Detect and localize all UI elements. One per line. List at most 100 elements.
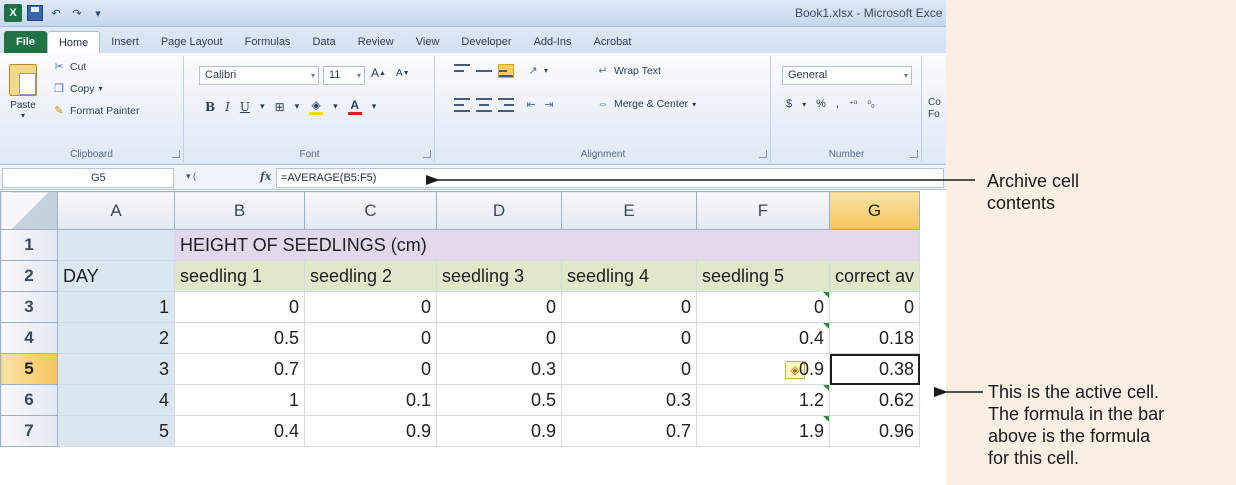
font-size-select[interactable]: 11 ▾ (323, 66, 365, 85)
shrink-font-icon[interactable]: A ▼ (396, 68, 410, 79)
borders-icon[interactable]: ⊞ (275, 100, 285, 114)
row-header-3[interactable]: 3 (0, 291, 58, 323)
merge-center-button[interactable]: ⇔ Merge & Center ▾ (596, 98, 697, 110)
underline-dropdown-icon[interactable]: ▾ (260, 101, 265, 112)
cell-c3[interactable]: 0 (304, 291, 437, 323)
cell-d7[interactable]: 0.9 (436, 415, 562, 447)
row-header-7[interactable]: 7 (0, 415, 58, 447)
align-center-icon[interactable] (476, 98, 492, 112)
cell-a6[interactable]: 4 (57, 384, 175, 416)
cell-d3[interactable]: 0 (436, 291, 562, 323)
percent-button[interactable]: % (816, 98, 826, 110)
cell-f5[interactable]: ◈0.9 (696, 353, 830, 385)
formula-input[interactable]: =AVERAGE(B5:F5) (276, 168, 944, 188)
font-color-icon[interactable]: A (347, 98, 362, 115)
paste-button[interactable]: Paste ▾ (6, 60, 40, 128)
cell-f4[interactable]: 0.4 (696, 322, 830, 354)
cell-a5[interactable]: 3 (57, 353, 175, 385)
row-header-2[interactable]: 2 (0, 260, 58, 292)
cell-e5[interactable]: 0 (561, 353, 697, 385)
orientation-button[interactable]: ↗ ▾ (526, 64, 548, 77)
name-box[interactable]: G5 (2, 168, 174, 188)
save-icon[interactable] (27, 5, 43, 21)
column-header-b[interactable]: B (174, 191, 305, 230)
cell-a3[interactable]: 1 (57, 291, 175, 323)
cell-c2[interactable]: seedling 2 (304, 260, 437, 292)
cell-g6[interactable]: 0.62 (828, 384, 921, 416)
cell-d4[interactable]: 0 (436, 322, 562, 354)
cell-e6[interactable]: 0.3 (561, 384, 697, 416)
number-format-dropdown-icon[interactable]: ▾ (904, 67, 908, 84)
tab-file[interactable]: File (4, 31, 47, 53)
cell-d5[interactable]: 0.3 (436, 353, 562, 385)
decrease-indent-icon[interactable]: ⇤ (524, 98, 538, 111)
tab-home[interactable]: Home (46, 31, 101, 53)
row-header-6[interactable]: 6 (0, 384, 58, 416)
row-header-5[interactable]: 5 (0, 353, 58, 385)
font-color-dropdown-icon[interactable]: ▾ (372, 101, 377, 112)
column-header-f[interactable]: F (696, 191, 830, 230)
cell-e3[interactable]: 0 (561, 291, 697, 323)
row-header-1[interactable]: 1 (0, 229, 58, 261)
comma-style-icon[interactable]: , (836, 98, 839, 110)
column-header-e[interactable]: E (561, 191, 697, 230)
cell-c5[interactable]: 0 (304, 353, 437, 385)
increase-indent-icon[interactable]: ⇥ (542, 98, 556, 111)
clipboard-launcher-icon[interactable] (172, 150, 180, 158)
cell-d6[interactable]: 0.5 (436, 384, 562, 416)
alignment-launcher-icon[interactable] (759, 150, 767, 158)
cell-b7[interactable]: 0.4 (174, 415, 305, 447)
cell-a1[interactable] (57, 229, 175, 261)
cell-a7[interactable]: 5 (57, 415, 175, 447)
copy-button[interactable]: ❐ Copy ▾ (52, 82, 102, 96)
redo-icon[interactable]: ↷ (69, 5, 85, 21)
cell-b4[interactable]: 0.5 (174, 322, 305, 354)
cell-e4[interactable]: 0 (561, 322, 697, 354)
cell-f3[interactable]: 0 (696, 291, 830, 323)
currency-dropdown-icon[interactable]: ▾ (802, 100, 806, 109)
cell-e7[interactable]: 0.7 (561, 415, 697, 447)
tab-insert[interactable]: Insert (100, 31, 150, 53)
cell-a2[interactable]: DAY (57, 260, 175, 292)
cell-f6[interactable]: 1.2 (696, 384, 830, 416)
tab-view[interactable]: View (405, 31, 451, 53)
cell-b2[interactable]: seedling 1 (174, 260, 305, 292)
name-box-dropdown-icon[interactable]: ▾ ( (186, 171, 196, 182)
cell-d2[interactable]: seedling 3 (436, 260, 562, 292)
column-header-c[interactable]: C (304, 191, 437, 230)
column-header-d[interactable]: D (436, 191, 562, 230)
cell-g5-active[interactable]: 0.38 (828, 353, 921, 385)
column-header-a[interactable]: A (57, 191, 175, 230)
grow-font-icon[interactable]: A ▲ (371, 66, 386, 80)
cell-g2[interactable]: correct av (828, 260, 921, 292)
tab-add-ins[interactable]: Add-Ins (523, 31, 583, 53)
customize-qat-icon[interactable]: ▾ (90, 5, 106, 21)
increase-decimal-icon[interactable]: ⁺⁰ (849, 99, 857, 110)
tab-data[interactable]: Data (301, 31, 346, 53)
column-header-g[interactable]: G (828, 191, 921, 230)
cell-f7[interactable]: 1.9 (696, 415, 830, 447)
tab-page-layout[interactable]: Page Layout (150, 31, 234, 53)
row-header-4[interactable]: 4 (0, 322, 58, 354)
align-top-icon[interactable] (454, 64, 470, 78)
cell-c4[interactable]: 0 (304, 322, 437, 354)
borders-dropdown-icon[interactable]: ▾ (295, 101, 300, 112)
bold-icon[interactable]: B (205, 100, 215, 114)
undo-icon[interactable]: ↶ (48, 5, 64, 21)
font-name-select[interactable]: Calibri ▾ (199, 66, 319, 85)
currency-button[interactable]: $ (786, 98, 792, 110)
fill-color-dropdown-icon[interactable]: ▾ (333, 101, 338, 112)
align-bottom-icon[interactable] (498, 64, 514, 78)
fill-color-icon[interactable]: ◈ (309, 98, 324, 115)
format-painter-button[interactable]: ✎ Format Painter (52, 104, 139, 118)
italic-icon[interactable]: I (225, 100, 230, 114)
cell-f2[interactable]: seedling 5 (696, 260, 830, 292)
cut-button[interactable]: ✂ Cut (52, 60, 86, 74)
underline-icon[interactable]: U (240, 100, 250, 114)
cell-b6[interactable]: 1 (174, 384, 305, 416)
align-right-icon[interactable] (498, 98, 514, 112)
excel-logo-icon[interactable]: X (4, 4, 22, 22)
cell-b5[interactable]: 0.7 (174, 353, 305, 385)
tab-formulas[interactable]: Formulas (234, 31, 302, 53)
cell-c6[interactable]: 0.1 (304, 384, 437, 416)
